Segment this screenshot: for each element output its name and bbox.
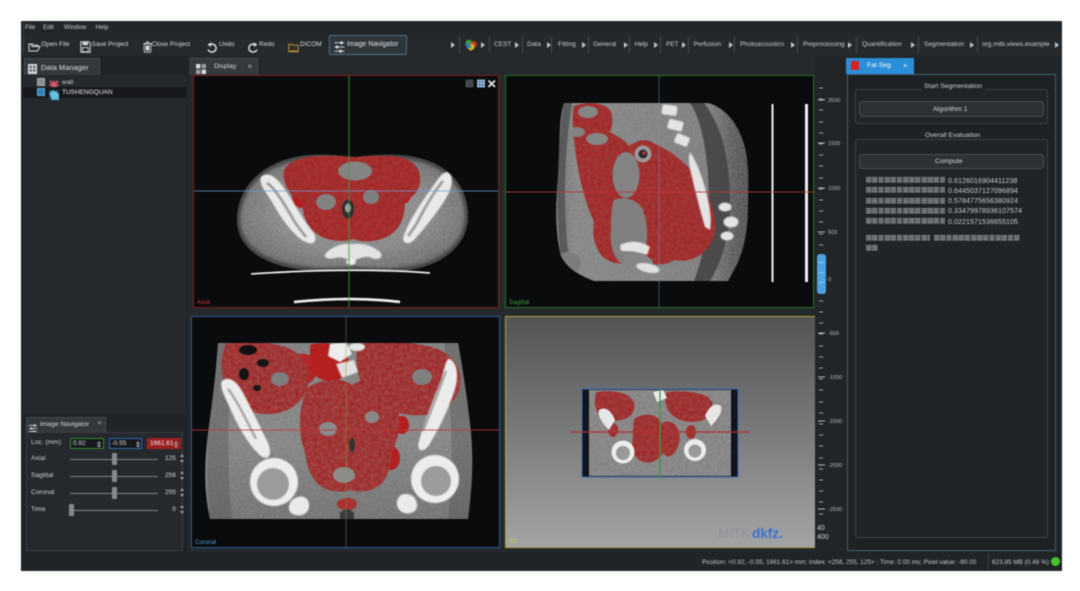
svg-text:-2500: -2500 bbox=[828, 507, 842, 513]
svg-text:Sagittal: Sagittal bbox=[509, 300, 529, 306]
svg-text:0: 0 bbox=[828, 277, 831, 283]
svg-text:-2000: -2000 bbox=[828, 463, 842, 469]
svg-text:-1000: -1000 bbox=[828, 375, 842, 381]
svg-text:Coronal: Coronal bbox=[195, 540, 216, 546]
svg-text:MITK: MITK bbox=[718, 526, 750, 541]
svg-text:1000: 1000 bbox=[828, 186, 840, 192]
svg-text:3D: 3D bbox=[509, 539, 517, 545]
svg-text:dkfz.: dkfz. bbox=[752, 526, 783, 541]
svg-text:Axial: Axial bbox=[197, 300, 210, 306]
svg-text:-500: -500 bbox=[828, 331, 839, 337]
svg-text:2500: 2500 bbox=[828, 98, 840, 104]
svg-text:500: 500 bbox=[828, 230, 837, 236]
svg-text:-1500: -1500 bbox=[828, 419, 842, 425]
svg-text:1500: 1500 bbox=[828, 141, 840, 147]
